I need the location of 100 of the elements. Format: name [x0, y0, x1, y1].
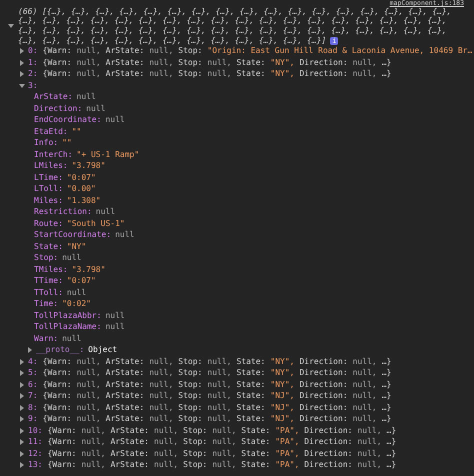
brace: {	[47, 459, 52, 472]
property-value: null	[66, 286, 86, 299]
property-key: ArState:	[110, 448, 149, 460]
property-key: ArState:	[106, 356, 144, 368]
property-key: Direction:	[34, 102, 82, 115]
property-value: "NY",	[270, 378, 294, 391]
property-value: null,	[154, 424, 178, 437]
property-value: "PA",	[275, 459, 300, 472]
expand-triangle-icon[interactable]	[19, 370, 25, 376]
property-key: Warn:	[52, 459, 76, 472]
more-ellipsis: …}	[382, 356, 392, 368]
proto-value: Object	[88, 344, 118, 356]
property-value: null,	[76, 56, 101, 69]
property-key: LTime:	[34, 172, 63, 184]
index-label: 0:	[28, 45, 38, 58]
property-key: Warn:	[47, 45, 72, 58]
brace: {	[42, 390, 48, 402]
array-preview-line: {…}, {…}, {…}, {…}, {…}, {…}, {…}, {…}, {…}, {…}, {…}, {…}, {…}, {…}, {…}, {…}, {…}, {…},	[18, 16, 447, 26]
property-key: TToll:	[34, 286, 63, 299]
property-value: null,	[212, 448, 236, 460]
property-value: null,	[149, 378, 174, 391]
collapse-triangle-icon[interactable]	[19, 82, 25, 89]
property-key: Warn:	[47, 356, 72, 368]
array-preview-line: {…}, {…}, {…}, {…}, {…}, {…}, {…}, {…}, {…}, {…}, {…}, {…}, {…}]	[18, 34, 326, 46]
property-key: State:	[236, 367, 266, 380]
more-ellipsis: …}	[386, 459, 396, 472]
property-value: null,	[149, 413, 174, 426]
expand-triangle-icon[interactable]	[19, 462, 25, 468]
expand-triangle-icon[interactable]	[19, 450, 25, 457]
property-key: Direction:	[299, 56, 348, 69]
expand-triangle-icon[interactable]	[19, 71, 25, 78]
brace: {	[42, 356, 48, 368]
expand-triangle-icon[interactable]	[19, 439, 25, 446]
property-value: null,	[357, 459, 382, 472]
property-key: ArState:	[106, 367, 144, 380]
index-label: 6:	[28, 378, 38, 391]
property-key: Warn:	[47, 413, 72, 426]
property-key: Route:	[34, 218, 63, 230]
property-value: null	[62, 332, 82, 345]
property-value: ""	[62, 137, 72, 150]
brace: {	[42, 367, 48, 380]
property-key: State:	[236, 378, 266, 391]
expand-triangle-icon[interactable]	[19, 393, 25, 400]
property-key: Warn:	[47, 378, 72, 391]
property-key: InterCh:	[34, 148, 73, 161]
property-key: Stop:	[178, 56, 202, 69]
property-key: Stop:	[178, 367, 202, 380]
property-key: Direction:	[304, 448, 352, 460]
property-value: null,	[76, 45, 101, 58]
property-key: Warn:	[47, 402, 72, 414]
property-key: State:	[241, 459, 270, 472]
property-key: TTime:	[34, 275, 63, 288]
property-key: Direction:	[299, 68, 348, 80]
property-value: null,	[154, 459, 178, 472]
property-key: Warn:	[47, 68, 72, 80]
property-key: EndCoordinate:	[34, 114, 102, 126]
index-label: 7:	[28, 390, 38, 402]
property-value: "NY",	[270, 56, 294, 69]
property-key: State:	[236, 402, 266, 414]
property-value: "3.798"	[72, 160, 106, 172]
property-value: "NY",	[270, 367, 294, 380]
property-key: Time:	[34, 298, 58, 310]
property-key: ArState:	[106, 413, 144, 426]
property-key: ArState:	[106, 68, 144, 80]
property-value: "NJ",	[270, 390, 294, 402]
property-key: Direction:	[299, 413, 348, 426]
index-label: 8:	[28, 402, 38, 414]
property-key: State:	[236, 68, 266, 80]
expand-triangle-icon[interactable]	[27, 347, 33, 354]
more-ellipsis: …}	[382, 402, 392, 414]
property-key: Direction:	[299, 402, 348, 414]
index-label: 9:	[28, 413, 38, 426]
expand-triangle-icon[interactable]	[19, 382, 25, 388]
property-value: "Origin: East Gun Hill Road & Laconia Avenue, 10469 Br…	[207, 45, 472, 58]
property-value: null,	[76, 68, 101, 80]
property-key: ArState:	[110, 459, 149, 472]
property-key: Warn:	[47, 390, 72, 402]
property-key: Direction:	[304, 436, 352, 448]
property-value: null,	[352, 378, 377, 391]
property-value: null,	[76, 356, 101, 368]
expand-triangle-icon[interactable]	[19, 48, 25, 54]
collapse-triangle-icon[interactable]	[8, 23, 14, 30]
property-value: "NY",	[270, 356, 294, 368]
property-key: Direction:	[299, 390, 348, 402]
expand-triangle-icon[interactable]	[19, 60, 25, 66]
brace: {	[42, 68, 48, 80]
more-ellipsis: …}	[382, 390, 392, 402]
expand-triangle-icon[interactable]	[19, 428, 25, 434]
property-key: ArState:	[110, 424, 149, 437]
property-key: TollPlazaName:	[34, 321, 102, 334]
property-key: State:	[241, 424, 270, 437]
expand-triangle-icon[interactable]	[19, 416, 25, 422]
property-value: null,	[357, 436, 382, 448]
property-key: State:	[241, 436, 270, 448]
array-preview-line: {…}, {…}, {…}, {…}, {…}, {…}, {…}, {…}, {…}, {…}, {…}, {…}, {…}, {…}, {…}, {…}, {…}, {…},	[18, 24, 447, 36]
more-ellipsis: …}	[382, 56, 392, 69]
property-key: Stop:	[178, 390, 202, 402]
expand-triangle-icon[interactable]	[19, 358, 25, 365]
property-value: "0:02"	[62, 298, 91, 310]
expand-triangle-icon[interactable]	[19, 404, 25, 411]
